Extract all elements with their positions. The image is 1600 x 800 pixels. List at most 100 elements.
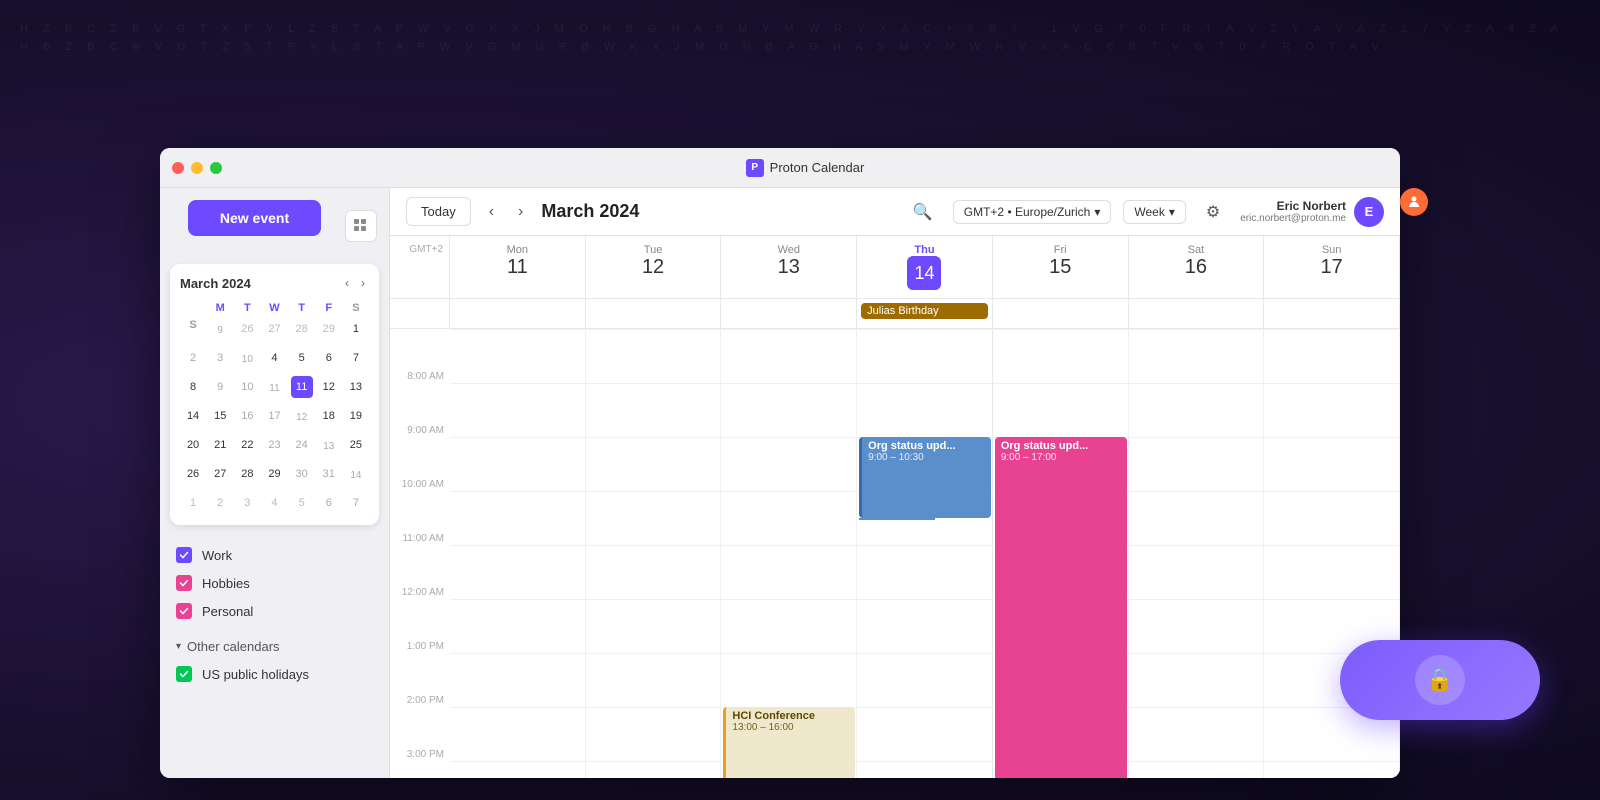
cell-sat-1400[interactable] [1129, 707, 1265, 761]
mini-day-25[interactable]: 25 [345, 434, 367, 456]
cell-thu-700[interactable] [857, 329, 993, 383]
cell-wed-1100[interactable] [721, 545, 857, 599]
cell-tue-1500[interactable] [586, 761, 722, 778]
mini-day-9[interactable]: 9 [209, 376, 231, 398]
mini-day-27[interactable]: 27 [263, 318, 285, 340]
next-button[interactable]: › [512, 199, 529, 225]
hci-conference-event[interactable]: HCI Conference 13:00 – 16:00 [723, 707, 855, 778]
day-header-wed[interactable]: Wed 13 [721, 236, 857, 298]
cell-mon-1000[interactable] [450, 491, 586, 545]
mini-day-13[interactable]: 13 [345, 376, 367, 398]
mini-day-2[interactable]: 2 [182, 347, 204, 369]
calendar-us-holidays[interactable]: US public holidays [176, 660, 373, 688]
cell-tue-1200[interactable] [586, 599, 722, 653]
cell-mon-1400[interactable] [450, 707, 586, 761]
org-status-thu-event[interactable]: Org status upd... 9:00 – 10:30 [859, 437, 991, 518]
mini-day-5[interactable]: 5 [291, 347, 313, 369]
mini-day-1b[interactable]: 1 [182, 492, 204, 514]
other-calendars-header[interactable]: ▾ Other calendars [176, 633, 373, 660]
cell-sun-800[interactable] [1264, 383, 1400, 437]
mini-day-3b[interactable]: 3 [236, 492, 258, 514]
org-status-fri-event[interactable]: Org status upd... 9:00 – 17:00 [995, 437, 1127, 778]
cell-sat-900[interactable] [1129, 437, 1265, 491]
cell-sat-700[interactable] [1129, 329, 1265, 383]
mini-day-6[interactable]: 6 [318, 347, 340, 369]
search-button[interactable]: 🔍 [905, 198, 941, 226]
mini-day-11-today[interactable]: 11 [291, 376, 313, 398]
cell-wed-1000[interactable] [721, 491, 857, 545]
calendar-work[interactable]: Work [176, 541, 373, 569]
mini-cal-next[interactable]: › [357, 274, 369, 292]
cell-sat-1500[interactable] [1129, 761, 1265, 778]
cell-sun-1100[interactable] [1264, 545, 1400, 599]
mini-day-22[interactable]: 22 [236, 434, 258, 456]
mini-day-26m[interactable]: 26 [182, 463, 204, 485]
cell-tue-700[interactable] [586, 329, 722, 383]
mini-day-20[interactable]: 20 [182, 434, 204, 456]
cell-sun-900[interactable] [1264, 437, 1400, 491]
mini-day-24[interactable]: 24 [291, 434, 313, 456]
cell-sat-1200[interactable] [1129, 599, 1265, 653]
mini-day-5b[interactable]: 5 [291, 492, 313, 514]
mini-day-6b[interactable]: 6 [318, 492, 340, 514]
mini-day-17[interactable]: 17 [263, 405, 285, 427]
mini-day-23[interactable]: 23 [263, 434, 285, 456]
mini-day-29m[interactable]: 29 [263, 463, 285, 485]
mini-day-19[interactable]: 19 [345, 405, 367, 427]
hobbies-checkbox[interactable] [176, 575, 192, 591]
mini-day-27m[interactable]: 27 [209, 463, 231, 485]
cell-sat-1000[interactable] [1129, 491, 1265, 545]
mini-day-4[interactable]: 4 [263, 347, 285, 369]
close-button[interactable] [172, 162, 184, 174]
us-holidays-checkbox[interactable] [176, 666, 192, 682]
mini-day-7[interactable]: 7 [345, 347, 367, 369]
mini-cal-prev[interactable]: ‹ [341, 274, 353, 292]
cell-sat-1300[interactable] [1129, 653, 1265, 707]
cell-wed-1200[interactable] [721, 599, 857, 653]
cell-thu-1400[interactable] [857, 707, 993, 761]
apps-button[interactable] [345, 210, 377, 242]
day-header-tue[interactable]: Tue 12 [586, 236, 722, 298]
cell-thu-1200[interactable] [857, 599, 993, 653]
mini-day-14[interactable]: 14 [182, 405, 204, 427]
week-view-selector[interactable]: Week ▾ [1123, 200, 1186, 224]
prev-button[interactable]: ‹ [483, 199, 500, 225]
cell-sun-1000[interactable] [1264, 491, 1400, 545]
mini-day-26[interactable]: 26 [236, 318, 258, 340]
mini-day-21[interactable]: 21 [209, 434, 231, 456]
cell-mon-800[interactable] [450, 383, 586, 437]
cell-wed-900[interactable] [721, 437, 857, 491]
day-header-mon[interactable]: Mon 11 [450, 236, 586, 298]
mini-day-8[interactable]: 8 [182, 376, 204, 398]
mini-day-2b[interactable]: 2 [209, 492, 231, 514]
day-header-fri[interactable]: Fri 15 [993, 236, 1129, 298]
cell-tue-1400[interactable] [586, 707, 722, 761]
cell-fri-800[interactable] [993, 383, 1129, 437]
calendar-hobbies[interactable]: Hobbies [176, 569, 373, 597]
mini-day-31[interactable]: 31 [318, 463, 340, 485]
mini-day-28[interactable]: 28 [291, 318, 313, 340]
cell-thu-1300[interactable] [857, 653, 993, 707]
cell-mon-1200[interactable] [450, 599, 586, 653]
mini-day-15[interactable]: 15 [209, 405, 231, 427]
mini-day-1[interactable]: 1 [345, 318, 367, 340]
day-header-sun[interactable]: Sun 17 [1264, 236, 1400, 298]
cell-wed-700[interactable] [721, 329, 857, 383]
cell-tue-1300[interactable] [586, 653, 722, 707]
mini-day-28m[interactable]: 28 [236, 463, 258, 485]
cell-thu-1500[interactable] [857, 761, 993, 778]
mini-day-10[interactable]: 10 [236, 376, 258, 398]
birthday-event[interactable]: Julias Birthday [861, 303, 988, 319]
cell-tue-900[interactable] [586, 437, 722, 491]
cell-thu-800[interactable] [857, 383, 993, 437]
cell-sat-800[interactable] [1129, 383, 1265, 437]
mini-day-29[interactable]: 29 [318, 318, 340, 340]
mini-day-3[interactable]: 3 [209, 347, 231, 369]
cell-sat-1100[interactable] [1129, 545, 1265, 599]
mini-day-12[interactable]: 12 [318, 376, 340, 398]
cell-tue-1100[interactable] [586, 545, 722, 599]
cell-wed-800[interactable] [721, 383, 857, 437]
calendar-personal[interactable]: Personal [176, 597, 373, 625]
cell-sun-1500[interactable] [1264, 761, 1400, 778]
cell-thu-1100[interactable] [857, 545, 993, 599]
